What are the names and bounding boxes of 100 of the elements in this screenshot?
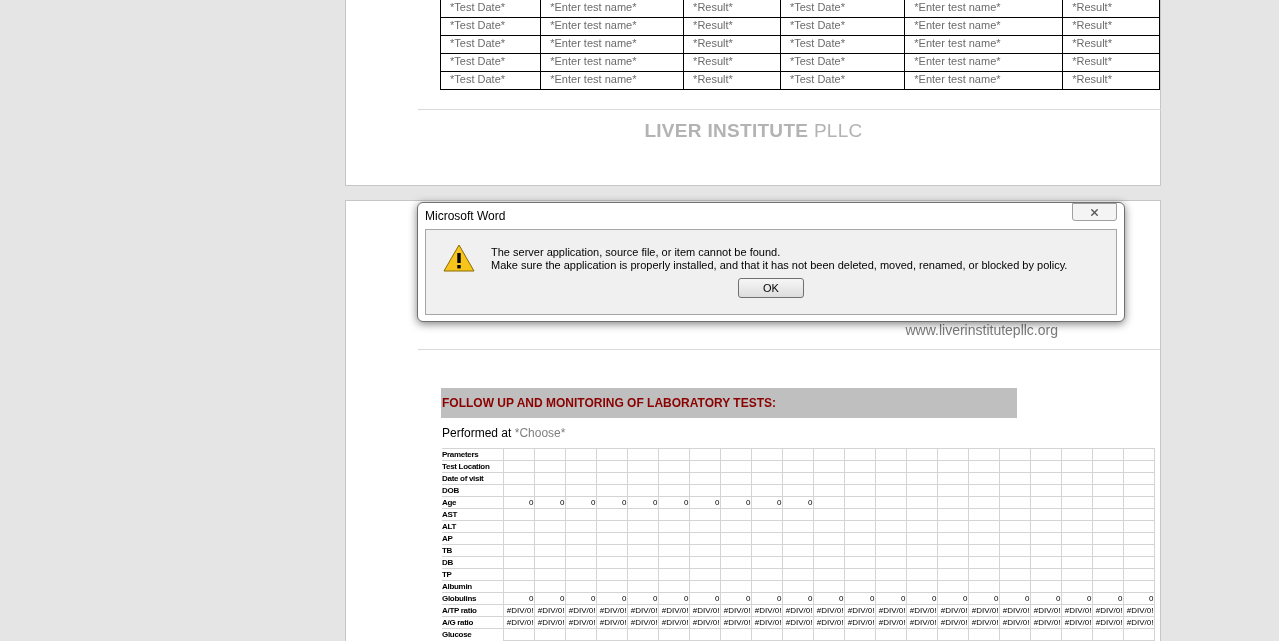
row-label: DB: [442, 556, 503, 569]
table-cell: *Result*: [683, 35, 781, 54]
table-cell: *Test Date*: [440, 71, 541, 90]
sheet-cell: #DIV/0!: [689, 604, 720, 617]
sheet-cell: 0: [937, 592, 968, 605]
table-cell: *Enter test name*: [904, 35, 1063, 54]
sheet-cell: #DIV/0!: [720, 604, 751, 617]
table-cell: *Test Date*: [780, 17, 905, 36]
table-cell: *Enter test name*: [540, 35, 684, 54]
sheet-cell: #DIV/0!: [999, 616, 1030, 629]
sheet-cell: 0: [689, 592, 720, 605]
sheet-cell: 0: [999, 592, 1030, 605]
sheet-cell: #DIV/0!: [751, 604, 782, 617]
sheet-cell: #DIV/0!: [844, 604, 875, 617]
table-cell: *Enter test name*: [904, 0, 1063, 18]
footer-logo: LIVER INSTITUTE PLLC: [644, 119, 863, 143]
table-cell: *Result*: [683, 53, 781, 72]
sheet-cell: #DIV/0!: [875, 616, 906, 629]
sheet-cell: #DIV/0!: [906, 604, 937, 617]
table-cell: *Test Date*: [440, 0, 541, 18]
sheet-cell: 0: [968, 592, 999, 605]
table-cell: *Test Date*: [780, 0, 905, 18]
table-cell: *Result*: [683, 0, 781, 18]
sheet-cell: #DIV/0!: [503, 616, 534, 629]
sheet-cell: 0: [565, 496, 596, 509]
row-label: TP: [442, 568, 503, 581]
row-label: A/TP ratio: [442, 604, 503, 617]
row-label: Test Location: [442, 460, 503, 473]
warning-icon: [443, 244, 475, 272]
sheet-cell: #DIV/0!: [968, 604, 999, 617]
sheet-cell: 0: [1061, 592, 1092, 605]
sheet-cell: 0: [627, 592, 658, 605]
table-cell: *Test Date*: [780, 53, 905, 72]
sheet-cell: #DIV/0!: [534, 616, 565, 629]
row-label: DOB: [442, 484, 503, 497]
sheet-cell: #DIV/0!: [658, 604, 689, 617]
table-cell: *Enter test name*: [904, 53, 1063, 72]
dialog-message: Make sure the application is properly installed, and that it has not been deleted, moved, renamed, or blocked by policy.: [491, 259, 1068, 272]
sheet-cell: 0: [689, 496, 720, 509]
row-label: Age: [442, 496, 503, 509]
sheet-cell: #DIV/0!: [813, 604, 844, 617]
row-label: TB: [442, 544, 503, 557]
close-button[interactable]: [1072, 203, 1117, 221]
sheet-cell: #DIV/0!: [875, 604, 906, 617]
row-label: Globulins: [442, 592, 503, 605]
sheet-cell: 0: [1123, 592, 1154, 605]
sheet-cell: #DIV/0!: [751, 616, 782, 629]
table-cell: *Test Date*: [440, 35, 541, 54]
sheet-cell: #DIV/0!: [906, 616, 937, 629]
sheet-cell: #DIV/0!: [937, 616, 968, 629]
sheet-cell: #DIV/0!: [565, 604, 596, 617]
table-cell: *Result*: [1062, 0, 1160, 18]
sheet-cell: #DIV/0!: [1030, 604, 1061, 617]
sheet-cell: 0: [751, 496, 782, 509]
sheet-cell: #DIV/0!: [813, 616, 844, 629]
row-label: Prameters: [442, 448, 503, 461]
sheet-cell: #DIV/0!: [1061, 604, 1092, 617]
sheet-cell: #DIV/0!: [627, 604, 658, 617]
sheet-cell: #DIV/0!: [658, 616, 689, 629]
sheet-cell: #DIV/0!: [689, 616, 720, 629]
sheet-cell: #DIV/0!: [1061, 616, 1092, 629]
dialog-message: The server application, source file, or item cannot be found.: [491, 246, 782, 259]
website-url: www.liverinstitutepllc.org: [905, 321, 1058, 340]
sheet-cell: 0: [658, 592, 689, 605]
ok-button[interactable]: OK: [738, 278, 804, 298]
sheet-cell: #DIV/0!: [503, 604, 534, 617]
sheet-cell: #DIV/0!: [1092, 604, 1123, 617]
row-label: Date of visit: [442, 472, 503, 485]
sheet-cell: #DIV/0!: [565, 616, 596, 629]
sheet-cell: #DIV/0!: [782, 604, 813, 617]
close-icon: [1089, 206, 1100, 218]
sheet-cell: #DIV/0!: [937, 604, 968, 617]
sheet-cell: #DIV/0!: [968, 616, 999, 629]
sheet-cell: #DIV/0!: [1123, 616, 1154, 629]
performed-at-text: Performed at *Choose*: [442, 426, 566, 440]
sheet-cell: 0: [813, 592, 844, 605]
sheet-cell: 0: [906, 592, 937, 605]
sheet-cell: #DIV/0!: [596, 604, 627, 617]
table-cell: *Test Date*: [440, 53, 541, 72]
table-cell: *Result*: [1062, 17, 1160, 36]
table-cell: *Result*: [683, 71, 781, 90]
table-cell: *Enter test name*: [904, 17, 1063, 36]
sheet-cell: 0: [844, 592, 875, 605]
row-label: AP: [442, 532, 503, 545]
sheet-cell: 0: [1030, 592, 1061, 605]
sheet-cell: 0: [627, 496, 658, 509]
table-cell: *Test Date*: [780, 35, 905, 54]
dialog-title: Microsoft Word: [425, 208, 506, 225]
sheet-cell: 0: [658, 496, 689, 509]
table-cell: *Test Date*: [440, 17, 541, 36]
table-cell: *Result*: [1062, 35, 1160, 54]
sheet-cell: 0: [1092, 592, 1123, 605]
sheet-cell: #DIV/0!: [999, 604, 1030, 617]
sheet-cell: #DIV/0!: [1030, 616, 1061, 629]
sheet-cell: 0: [596, 592, 627, 605]
sheet-cell: 0: [751, 592, 782, 605]
sheet-cell: 0: [782, 592, 813, 605]
sheet-cell: #DIV/0!: [844, 616, 875, 629]
sheet-cell: 0: [720, 496, 751, 509]
row-label: AST: [442, 508, 503, 521]
